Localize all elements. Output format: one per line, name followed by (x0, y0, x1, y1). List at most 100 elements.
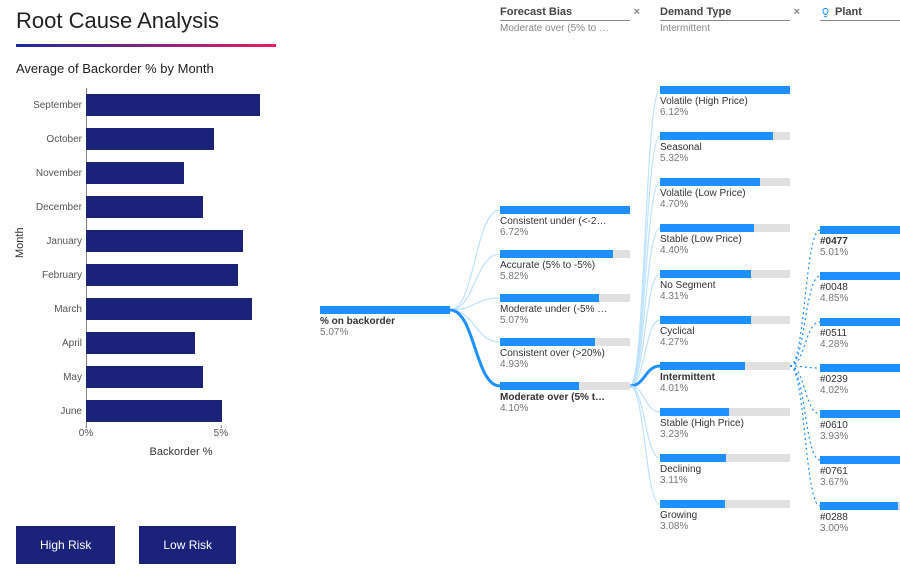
node-value: 4.93% (500, 359, 630, 370)
node-label: Volatile (High Price) (660, 96, 790, 107)
x-tick: 5% (214, 428, 228, 439)
demand-type-node[interactable]: Cyclical4.27% (660, 316, 790, 348)
bar (86, 400, 222, 422)
tree-root-node[interactable]: % on backorder 5.07% (320, 306, 450, 338)
column-header-demand-type[interactable]: Demand Type (660, 6, 731, 18)
node-label: Volatile (Low Price) (660, 188, 790, 199)
node-value: 5.32% (660, 153, 790, 164)
node-label: Moderate under (-5% … (500, 304, 630, 315)
bar-row[interactable]: March (86, 292, 276, 326)
plant-node[interactable]: #06103.93%+ (820, 410, 900, 442)
bar-row[interactable]: December (86, 190, 276, 224)
bar-row[interactable]: January (86, 224, 276, 258)
close-icon[interactable]: × (634, 6, 640, 18)
node-value: 4.31% (660, 291, 790, 302)
bar (86, 230, 243, 252)
node-value: 3.11% (660, 475, 790, 486)
node-label: Growing (660, 510, 790, 521)
bar-row[interactable]: November (86, 156, 276, 190)
x-tick: 0% (79, 428, 93, 439)
node-label: Moderate over (5% t… (500, 392, 630, 403)
bar-category-label: January (20, 236, 82, 247)
forecast-bias-node[interactable]: Moderate over (5% t…4.10% (500, 382, 630, 414)
bar (86, 162, 184, 184)
node-label: No Segment (660, 280, 790, 291)
node-value: 4.02% (820, 385, 900, 396)
low-risk-button[interactable]: Low Risk (139, 526, 236, 564)
page-title: Root Cause Analysis (16, 8, 286, 34)
node-label: #0288 (820, 512, 900, 523)
bar-row[interactable]: February (86, 258, 276, 292)
demand-type-node[interactable]: Growing3.08% (660, 500, 790, 532)
bar-category-label: May (20, 372, 82, 383)
node-value: 3.67% (820, 477, 900, 488)
node-value: 3.00% (820, 523, 900, 534)
bar (86, 298, 252, 320)
bar-row[interactable]: October (86, 122, 276, 156)
demand-type-node[interactable]: Declining3.11% (660, 454, 790, 486)
forecast-bias-node[interactable]: Consistent over (>20%)4.93% (500, 338, 630, 370)
node-value: 4.70% (660, 199, 790, 210)
forecast-bias-node[interactable]: Moderate under (-5% …5.07% (500, 294, 630, 326)
node-label: Stable (High Price) (660, 418, 790, 429)
bar (86, 366, 203, 388)
bar-row[interactable]: April (86, 326, 276, 360)
column-header-forecast-bias-sub: Moderate over (5% to … (500, 23, 640, 34)
demand-type-node[interactable]: Volatile (Low Price)4.70% (660, 178, 790, 210)
bar-category-label: April (20, 338, 82, 349)
node-value: 3.93% (820, 431, 900, 442)
plant-node[interactable]: #02883.00%+ (820, 502, 900, 534)
bar (86, 128, 214, 150)
node-value: 3.23% (660, 429, 790, 440)
demand-type-node[interactable]: Seasonal5.32% (660, 132, 790, 164)
node-value: 4.01% (660, 383, 790, 394)
node-value: 6.12% (660, 107, 790, 118)
column-header-forecast-bias[interactable]: Forecast Bias (500, 6, 572, 18)
demand-type-node[interactable]: Intermittent4.01% (660, 362, 790, 394)
bar (86, 264, 238, 286)
plant-node[interactable]: #02394.02%+ (820, 364, 900, 396)
plant-node[interactable]: #07613.67%+ (820, 456, 900, 488)
node-label: Accurate (5% to -5%) (500, 260, 630, 271)
bar-row[interactable]: June (86, 394, 276, 428)
node-value: 4.27% (660, 337, 790, 348)
node-label: Intermittent (660, 372, 790, 383)
node-value: 5.82% (500, 271, 630, 282)
title-underline (16, 44, 276, 47)
bar-row[interactable]: May (86, 360, 276, 394)
high-risk-button[interactable]: High Risk (16, 526, 115, 564)
plant-node[interactable]: #00484.85%+ (820, 272, 900, 304)
chart-title: Average of Backorder % by Month (16, 61, 286, 76)
node-label: #0610 (820, 420, 900, 431)
backorder-bar-chart: Month SeptemberOctoberNovemberDecemberJa… (16, 88, 276, 448)
node-label: Consistent over (>20%) (500, 348, 630, 359)
node-value: 5.01% (820, 247, 900, 258)
close-icon[interactable]: × (794, 6, 800, 18)
forecast-bias-node[interactable]: Consistent under (<-2…6.72% (500, 206, 630, 238)
demand-type-node[interactable]: Stable (High Price)3.23% (660, 408, 790, 440)
node-label: #0477 (820, 236, 900, 247)
demand-type-node[interactable]: Stable (Low Price)4.40% (660, 224, 790, 256)
plant-node[interactable]: #05114.28%+ (820, 318, 900, 350)
bar-category-label: March (20, 304, 82, 315)
bar-category-label: October (20, 134, 82, 145)
node-value: 4.10% (500, 403, 630, 414)
node-value: 5.07% (320, 327, 450, 338)
node-label: Seasonal (660, 142, 790, 153)
node-label: Consistent under (<-2… (500, 216, 630, 227)
node-label: #0239 (820, 374, 900, 385)
demand-type-node[interactable]: No Segment4.31% (660, 270, 790, 302)
forecast-bias-node[interactable]: Accurate (5% to -5%)5.82% (500, 250, 630, 282)
bar-category-label: September (20, 100, 82, 111)
column-header-plant[interactable]: Plant (835, 6, 862, 18)
bar-row[interactable]: September (86, 88, 276, 122)
column-header-demand-type-sub: Intermittent (660, 23, 800, 34)
node-label: #0511 (820, 328, 900, 339)
bar (86, 196, 203, 218)
plant-node[interactable]: #04775.01%+ (820, 226, 900, 258)
node-label: #0048 (820, 282, 900, 293)
demand-type-node[interactable]: Volatile (High Price)6.12% (660, 86, 790, 118)
bar-category-label: November (20, 168, 82, 179)
node-label: #0761 (820, 466, 900, 477)
bar (86, 94, 260, 116)
